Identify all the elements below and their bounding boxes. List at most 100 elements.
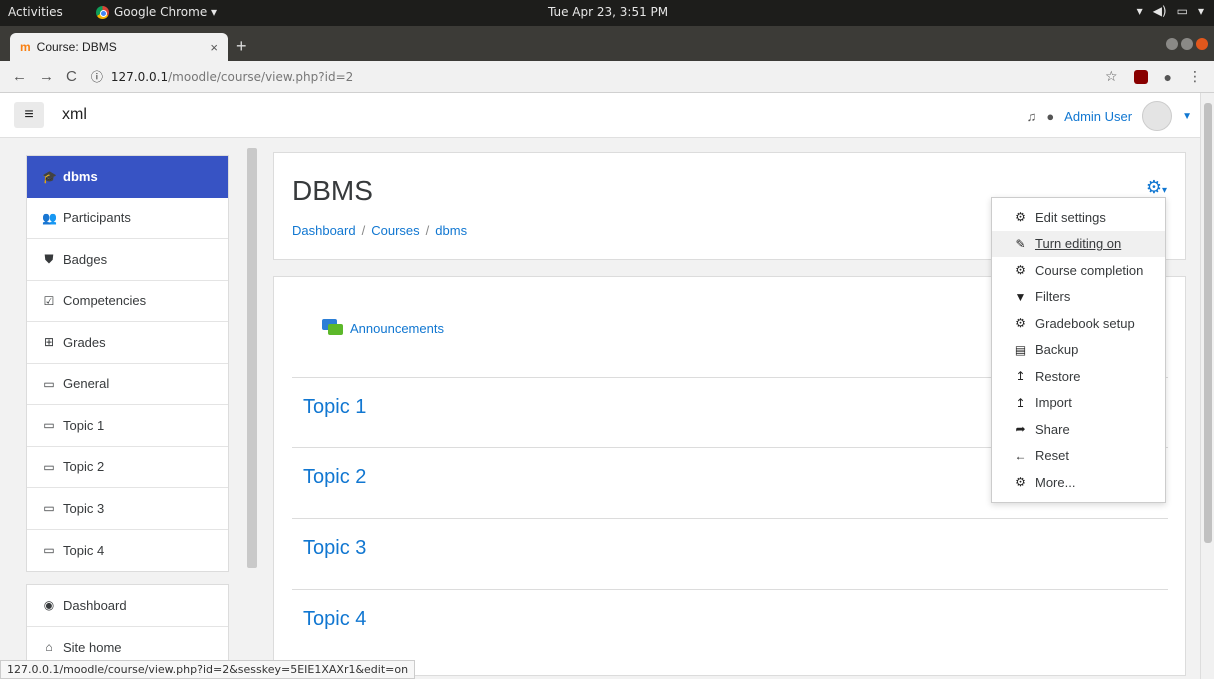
users-icon: 👥 bbox=[42, 210, 57, 225]
menu-item-edit-settings[interactable]: ⚙ Edit settings bbox=[992, 204, 1165, 231]
forum-icon bbox=[322, 319, 344, 337]
wifi-icon: ▾ bbox=[1136, 4, 1143, 18]
menu-item-course-completion[interactable]: ⚙ Course completion bbox=[992, 257, 1165, 284]
url-field[interactable]: ⓘ 127.0.0.1/moodle/course/view.php?id=2 bbox=[91, 68, 353, 85]
reload-icon[interactable]: C bbox=[66, 68, 77, 85]
browser-tab[interactable]: m Course: DBMS × bbox=[10, 33, 228, 61]
site-nav: ◉ Dashboard ⌂ Site home bbox=[26, 584, 229, 669]
graduation-cap-icon: 🎓 bbox=[42, 169, 57, 184]
forward-arrow-icon[interactable]: → bbox=[39, 68, 54, 85]
upload-icon: ↥ bbox=[1015, 369, 1026, 384]
user-name[interactable]: Admin User bbox=[1064, 109, 1132, 124]
drawer-item-competencies[interactable]: ☑ Competencies bbox=[27, 281, 228, 322]
activities-button[interactable]: Activities bbox=[8, 5, 63, 19]
home-icon: ⌂ bbox=[45, 640, 53, 655]
user-menu-caret-icon[interactable]: ▼ bbox=[1182, 111, 1192, 122]
tab-title: Course: DBMS bbox=[36, 40, 117, 54]
breadcrumb: Dashboard / Courses / dbms bbox=[292, 223, 468, 238]
chrome-icon bbox=[96, 5, 109, 19]
drawer-toggle-button[interactable]: ≡ bbox=[14, 102, 44, 128]
site-name[interactable]: xml bbox=[62, 106, 87, 124]
drawer-item-topic-3[interactable]: ▭ Topic 3 bbox=[27, 488, 228, 530]
course-settings-menu: ⚙ Edit settings ✎ Turn editing on ⚙ Course … bbox=[991, 197, 1166, 503]
drawer-scrollbar[interactable] bbox=[247, 148, 257, 568]
filter-icon: ▼ bbox=[1014, 289, 1027, 304]
battery-icon: ▭ bbox=[1176, 4, 1188, 18]
drawer-item-dbms[interactable]: 🎓 dbms bbox=[27, 156, 228, 198]
avatar[interactable] bbox=[1142, 101, 1173, 131]
section-title[interactable]: Topic 3 bbox=[303, 537, 366, 560]
menu-item-gradebook-setup[interactable]: ⚙ Gradebook setup bbox=[992, 310, 1165, 337]
moodle-navbar: ≡ xml ♫ ● Admin User ▼ bbox=[0, 93, 1200, 138]
drawer-item-topic-4[interactable]: ▭ Topic 4 bbox=[27, 530, 228, 572]
notifications-bell-icon[interactable]: ♫ bbox=[1027, 109, 1037, 124]
folder-icon: ▭ bbox=[43, 543, 55, 558]
window-close-button[interactable] bbox=[1196, 38, 1208, 50]
moodle-favicon-icon: m bbox=[20, 40, 31, 54]
menu-item-share[interactable]: ➦ Share bbox=[992, 416, 1165, 443]
back-arrow-icon[interactable]: ← bbox=[12, 68, 27, 85]
section-topic-4: Topic 4 bbox=[292, 589, 1168, 630]
system-tray[interactable]: ▾ ◀) ▭ ▾ bbox=[1137, 4, 1204, 18]
tab-strip: m Course: DBMS × + bbox=[0, 26, 1214, 61]
minimize-button[interactable] bbox=[1166, 38, 1178, 50]
announcements-link[interactable]: Announcements bbox=[322, 319, 444, 337]
app-menu[interactable]: Google Chrome ▾ bbox=[96, 5, 217, 19]
cog-icon: ⚙ bbox=[1015, 263, 1026, 278]
menu-item-import[interactable]: ↥ Import bbox=[992, 390, 1165, 417]
messages-icon[interactable]: ● bbox=[1046, 109, 1054, 124]
check-square-icon: ☑ bbox=[43, 293, 55, 308]
drawer-item-badges[interactable]: ⛊ Badges bbox=[27, 239, 228, 281]
new-tab-button[interactable]: + bbox=[236, 36, 247, 57]
course-nav: 🎓 dbms 👥 Participants ⛊ Badges ☑ Competencie… bbox=[26, 155, 229, 572]
announcements-label: Announcements bbox=[350, 320, 444, 336]
upload-icon: ↥ bbox=[1015, 395, 1026, 410]
address-bar: ← → C ⓘ 127.0.0.1/moodle/course/view.php… bbox=[0, 61, 1214, 93]
drawer-item-dashboard[interactable]: ◉ Dashboard bbox=[27, 585, 228, 627]
section-title[interactable]: Topic 4 bbox=[303, 608, 366, 631]
cog-icon: ⚙ bbox=[1015, 316, 1026, 331]
pencil-icon: ✎ bbox=[1015, 236, 1026, 251]
scrollbar-thumb[interactable] bbox=[1204, 103, 1212, 543]
folder-icon: ▭ bbox=[43, 459, 55, 474]
profile-icon[interactable]: ● bbox=[1164, 69, 1172, 85]
menu-item-reset[interactable]: ← Reset bbox=[992, 443, 1165, 470]
drawer-item-general[interactable]: ▭ General bbox=[27, 364, 228, 405]
page-scrollbar[interactable] bbox=[1200, 93, 1214, 679]
breadcrumb-courses[interactable]: Courses bbox=[371, 223, 419, 238]
cog-icon: ⚙ bbox=[1015, 210, 1026, 225]
drawer-item-grades[interactable]: ⊞ Grades bbox=[27, 322, 228, 364]
window-controls bbox=[1166, 38, 1208, 50]
folder-icon: ▭ bbox=[43, 418, 55, 433]
table-icon: ⊞ bbox=[43, 335, 55, 350]
user-area: ♫ ● Admin User ▼ bbox=[1027, 101, 1192, 131]
arrow-left-icon: ← bbox=[1014, 448, 1027, 463]
url-host: 127.0.0.1 bbox=[110, 69, 169, 84]
breadcrumb-dbms[interactable]: dbms bbox=[435, 223, 467, 238]
file-archive-icon: ▤ bbox=[1014, 342, 1027, 357]
url-path: /moodle/course/view.php?id=2 bbox=[168, 69, 354, 84]
course-settings-gear-icon[interactable]: ⚙▾ bbox=[1146, 177, 1167, 198]
clock[interactable]: Tue Apr 23, 3:51 PM bbox=[548, 5, 668, 19]
ublock-extension-icon[interactable] bbox=[1133, 69, 1148, 84]
drawer-item-topic-2[interactable]: ▭ Topic 2 bbox=[27, 447, 228, 488]
page-title: DBMS bbox=[292, 175, 373, 206]
menu-item-turn-editing-on[interactable]: ✎ Turn editing on bbox=[992, 230, 1165, 257]
menu-item-filters[interactable]: ▼ Filters bbox=[992, 284, 1165, 311]
dashboard-icon: ◉ bbox=[43, 598, 55, 613]
menu-item-backup[interactable]: ▤ Backup bbox=[992, 337, 1165, 364]
drawer-item-participants[interactable]: 👥 Participants bbox=[27, 198, 228, 239]
chrome-menu-icon[interactable]: ⋮ bbox=[1188, 68, 1202, 85]
cog-icon: ⚙ bbox=[1015, 475, 1026, 490]
section-title[interactable]: Topic 1 bbox=[303, 396, 366, 419]
maximize-button[interactable] bbox=[1181, 38, 1193, 50]
menu-item-more[interactable]: ⚙ More... bbox=[992, 469, 1165, 496]
bookmark-star-icon[interactable]: ☆ bbox=[1105, 68, 1118, 85]
link-status-bar: 127.0.0.1/moodle/course/view.php?id=2&se… bbox=[0, 660, 416, 679]
section-title[interactable]: Topic 2 bbox=[303, 466, 366, 489]
drawer-item-topic-1[interactable]: ▭ Topic 1 bbox=[27, 405, 228, 447]
menu-item-restore[interactable]: ↥ Restore bbox=[992, 363, 1165, 390]
info-icon[interactable]: ⓘ bbox=[91, 68, 103, 85]
breadcrumb-dashboard[interactable]: Dashboard bbox=[292, 223, 356, 238]
close-icon[interactable]: × bbox=[210, 40, 218, 55]
